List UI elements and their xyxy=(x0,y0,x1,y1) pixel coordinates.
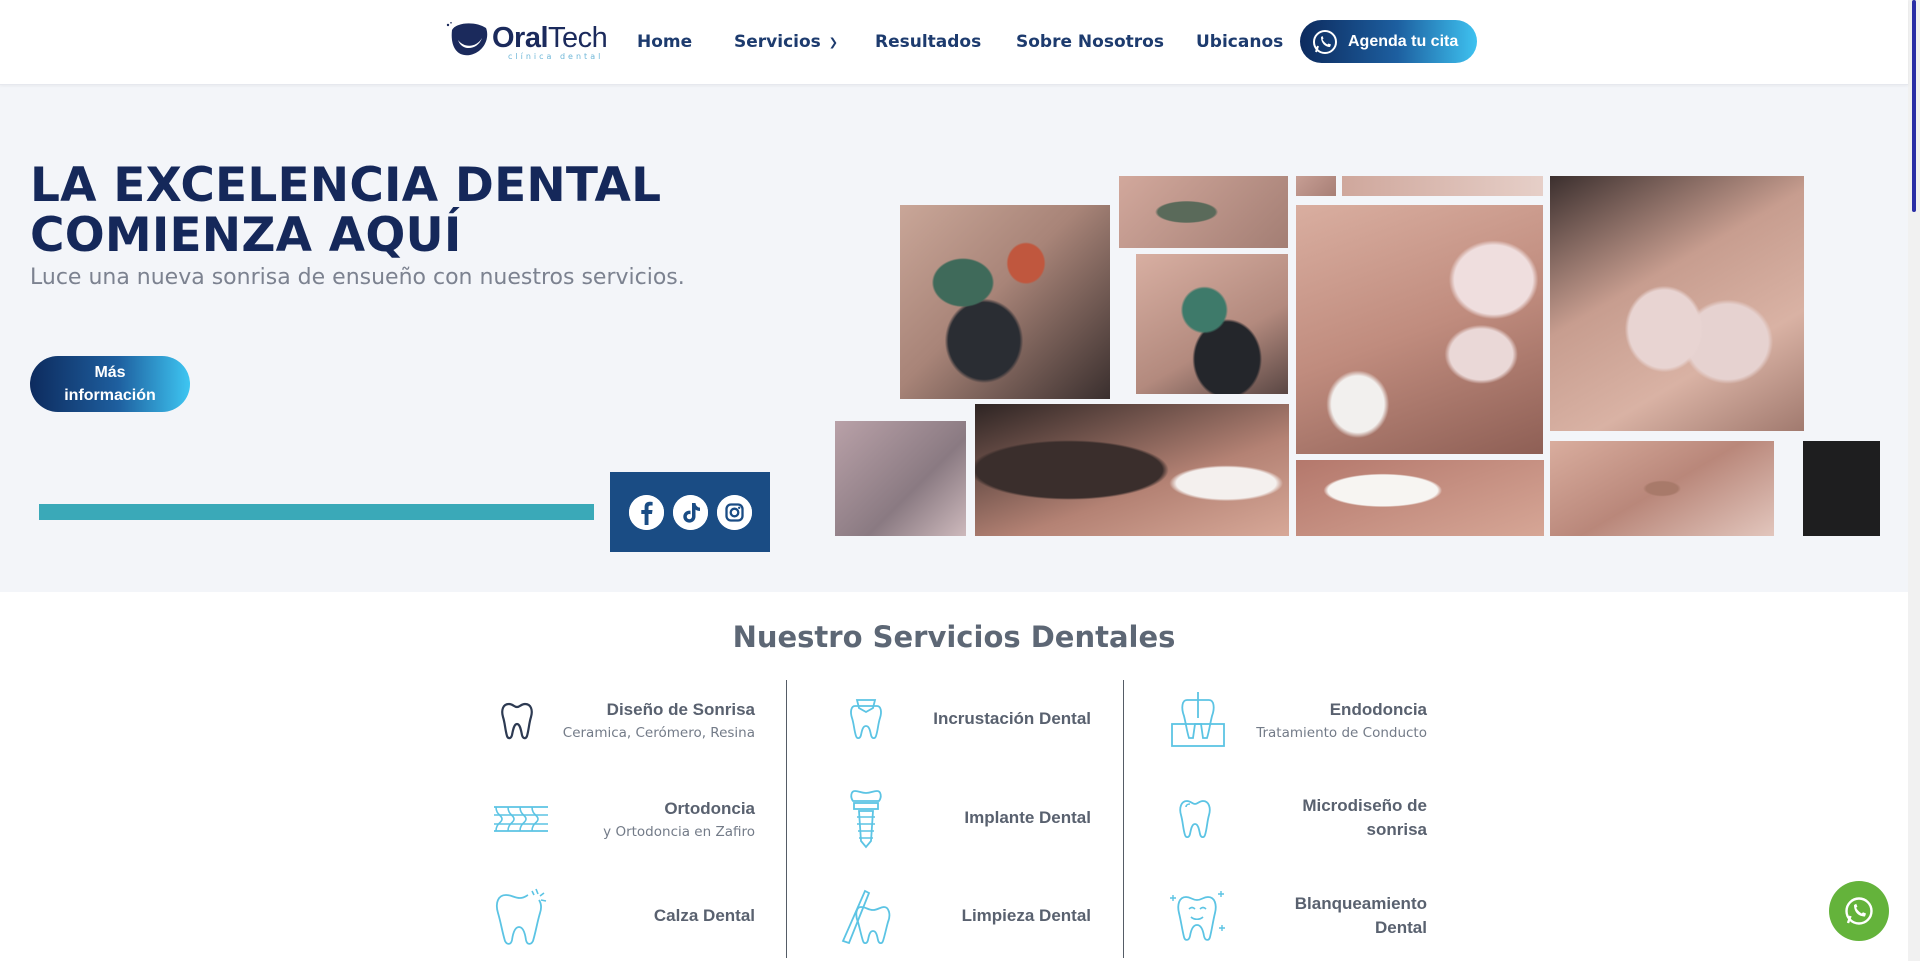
service-name: Ortodoncia xyxy=(664,798,755,818)
services-title: Nuestro Servicios Dentales xyxy=(732,620,1176,654)
service-name: Incrustación Dental xyxy=(933,709,1091,728)
service-desc: Tratamiento de Conducto xyxy=(1256,724,1427,741)
photo-tile xyxy=(1550,176,1804,431)
photo-tile xyxy=(900,205,1110,399)
root-canal-icon xyxy=(1171,692,1225,747)
logo-text-light: Tech xyxy=(548,22,608,54)
service-desc: y Ortodoncia en Zafiro xyxy=(603,823,755,840)
whatsapp-icon xyxy=(1845,897,1873,925)
page-scrollbar[interactable] xyxy=(1908,0,1920,961)
decorative-bar xyxy=(39,504,594,520)
service-name: Diseño de Sonrisa xyxy=(606,699,755,719)
service-item[interactable]: Incrustación Dental xyxy=(835,678,1091,760)
nav-sobre-nosotros-label: Sobre Nosotros xyxy=(1016,32,1164,52)
service-item[interactable]: Microdiseño de sonrisa xyxy=(1167,777,1427,859)
service-item[interactable]: Ortodoncia y Ortodoncia en Zafiro xyxy=(490,777,755,859)
nav-ubicanos[interactable]: Ubicanos xyxy=(1196,0,1283,84)
facebook-icon[interactable] xyxy=(628,494,664,530)
agenda-cita-label: Agenda tu cita xyxy=(1348,32,1459,50)
nav-sobre-nosotros[interactable]: Sobre Nosotros xyxy=(1016,0,1164,84)
column-divider xyxy=(1123,680,1124,958)
chevron-down-icon: ❯ xyxy=(828,35,838,49)
service-name: Limpieza Dental xyxy=(961,906,1091,925)
service-item[interactable]: Blanqueamiento Dental xyxy=(1167,875,1427,957)
photo-tile xyxy=(1136,254,1288,394)
logo-icon xyxy=(446,22,488,56)
mas-informacion-line2: información xyxy=(64,387,156,404)
photo-tile xyxy=(1296,176,1336,196)
service-item[interactable]: Implante Dental xyxy=(835,777,1091,859)
nav-home-label: Home xyxy=(637,32,693,52)
tooth-icon xyxy=(1179,800,1211,839)
service-name: Calza Dental xyxy=(653,906,755,925)
service-item[interactable]: Diseño de Sonrisa Ceramica, Cerómero, Re… xyxy=(490,678,755,760)
service-name-line2: Dental xyxy=(1375,918,1427,937)
hero-title: LA EXCELENCIA DENTAL COMIENZA AQUÍ xyxy=(30,161,661,261)
agenda-cita-button[interactable]: Agenda tu cita xyxy=(1300,20,1477,63)
service-name: Microdiseño de xyxy=(1302,796,1427,815)
whatsapp-icon xyxy=(1313,29,1337,54)
tooth-outline-icon xyxy=(501,702,533,740)
logo-wordmark: OralTech xyxy=(492,22,608,55)
service-item[interactable]: Calza Dental xyxy=(490,875,755,957)
service-name-line2: sonrisa xyxy=(1366,820,1427,839)
implant-icon xyxy=(850,790,882,849)
logo-text-bold: Oral xyxy=(492,22,549,54)
hero-title-line1: LA EXCELENCIA DENTAL xyxy=(30,158,662,213)
nav-resultados[interactable]: Resultados xyxy=(875,0,981,84)
cavity-tooth-icon xyxy=(495,888,547,945)
photo-tile xyxy=(1296,205,1543,454)
instagram-icon[interactable] xyxy=(716,494,752,530)
photo-tile xyxy=(1342,176,1543,196)
whitening-icon xyxy=(1170,891,1225,941)
whatsapp-float-button[interactable] xyxy=(1829,881,1889,941)
hero-subtitle: Luce una nueva sonrisa de ensueño con nu… xyxy=(30,265,685,290)
photo-tile xyxy=(1550,441,1774,536)
nav-ubicanos-label: Ubicanos xyxy=(1196,32,1284,52)
social-links xyxy=(610,472,770,552)
cleaning-icon xyxy=(841,889,891,945)
column-divider xyxy=(786,680,787,958)
nav-home[interactable]: Home xyxy=(637,0,692,84)
braces-icon xyxy=(494,806,548,832)
service-desc: Ceramica, Cerómero, Resina xyxy=(562,724,755,741)
service-name: Endodoncia xyxy=(1329,699,1427,719)
photo-tile xyxy=(975,404,1289,536)
mas-informacion-button[interactable]: Más información xyxy=(30,356,190,412)
photo-tile xyxy=(1296,460,1544,536)
nav-servicios-label: Servicios xyxy=(734,32,821,52)
service-name: Blanqueamiento xyxy=(1294,894,1427,913)
tiktok-icon[interactable] xyxy=(672,494,708,530)
photo-tile xyxy=(1119,176,1288,248)
nav-resultados-label: Resultados xyxy=(875,32,982,52)
service-name: Implante Dental xyxy=(964,808,1091,827)
logo[interactable]: OralTech clínica dental xyxy=(438,18,608,62)
logo-tagline: clínica dental xyxy=(508,52,604,61)
service-item[interactable]: Limpieza Dental xyxy=(835,875,1091,957)
tooth-inlay-icon xyxy=(850,699,882,740)
hero-title-line2: COMIENZA AQUÍ xyxy=(30,208,462,263)
mas-informacion-line1: Más xyxy=(94,364,126,381)
photo-tile xyxy=(835,421,966,536)
scrollbar-thumb[interactable] xyxy=(1912,0,1916,212)
service-item[interactable]: Endodoncia Tratamiento de Conducto xyxy=(1167,678,1427,760)
nav-servicios[interactable]: Servicios ❯ xyxy=(734,0,838,84)
photo-tile xyxy=(1803,441,1880,536)
site-header: OralTech clínica dental Home Servicios ❯ … xyxy=(0,0,1908,85)
